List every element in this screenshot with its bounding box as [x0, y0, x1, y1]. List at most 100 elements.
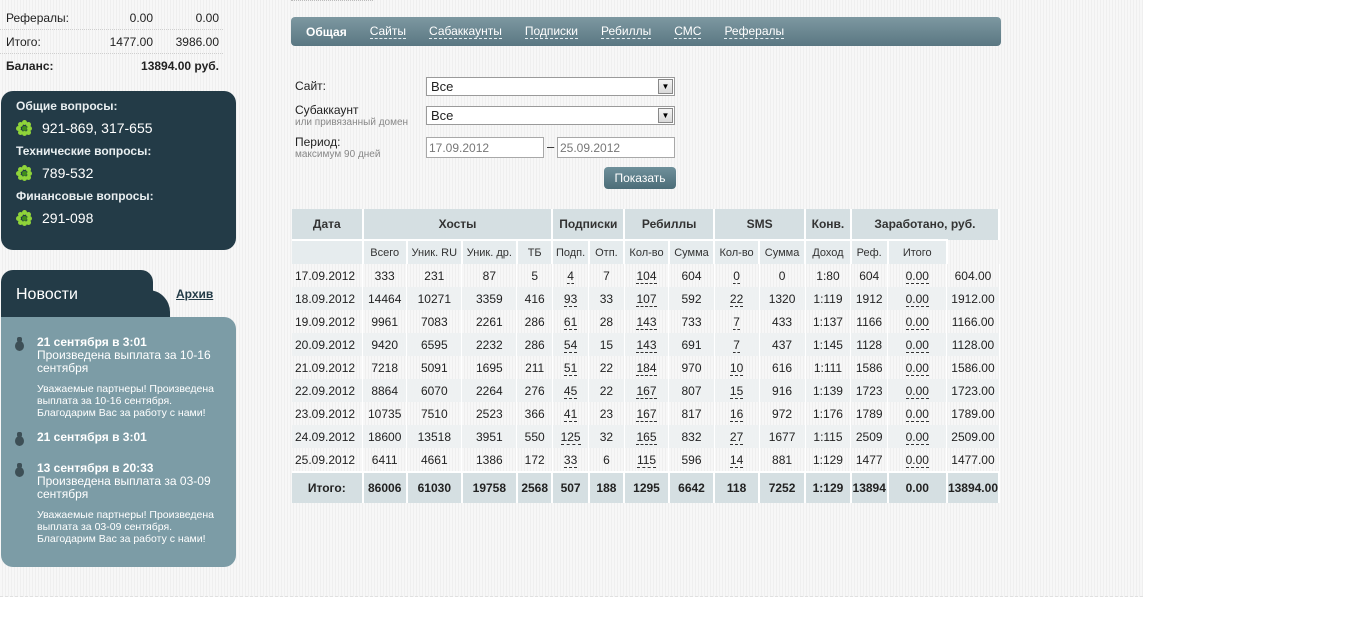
cell-hosts-tb: 172 — [516, 448, 553, 472]
support-finance-contact[interactable]: 291-098 — [16, 210, 93, 226]
cell-hosts-total: 10735 — [362, 402, 408, 425]
cell-subs-cancel: 6 — [588, 448, 625, 472]
cell-total: 2509.00 — [946, 425, 1000, 448]
cell-link-sms-count[interactable]: 7 — [733, 337, 740, 353]
cell-link-subs-new[interactable]: 54 — [563, 337, 578, 353]
cell-link-rebills-count[interactable]: 165 — [636, 429, 657, 445]
news-headline[interactable]: Произведена выплата за 03-09 сентября — [13, 475, 228, 501]
cell-link-rebills-count[interactable]: 115 — [636, 452, 657, 468]
subaccount-select[interactable]: Все ▼ — [426, 106, 675, 125]
cell-hosts-total: 9961 — [362, 310, 408, 333]
news-headline[interactable]: Произведена выплата за 10-16 сентября — [13, 349, 228, 375]
cell-rebills-count: 165 — [624, 425, 670, 448]
support-general-icq: 921-869, 317-655 — [42, 120, 153, 136]
total-hosts-unique-other: 19758 — [461, 471, 518, 503]
cell-link-subs-new[interactable]: 51 — [563, 360, 578, 376]
cell-rebills-count: 104 — [624, 264, 670, 287]
cell-link-subs-new[interactable]: 125 — [560, 429, 581, 445]
cell-link-rebills-count[interactable]: 167 — [636, 406, 657, 422]
cell-link-referral[interactable]: 0.00 — [905, 452, 929, 468]
chevron-down-icon[interactable]: ▼ — [658, 108, 673, 123]
col-header-subs-new: Подп. — [552, 239, 590, 264]
stats-tabs: Общая Сайты Сабаккаунты Подписки Ребиллы… — [291, 17, 1001, 46]
cell-link-sms-count[interactable]: 22 — [729, 291, 744, 307]
cell-link-referral[interactable]: 0.00 — [905, 383, 929, 399]
support-finance-label: Финансовые вопросы: — [16, 189, 154, 203]
cell-link-sms-count[interactable]: 10 — [729, 360, 744, 376]
chevron-down-icon[interactable]: ▼ — [658, 79, 673, 94]
cell-link-subs-new[interactable]: 41 — [563, 406, 578, 422]
tab-referrals[interactable]: Рефералы — [724, 24, 785, 39]
cell-link-rebills-count[interactable]: 107 — [636, 291, 657, 307]
tab-general[interactable]: Общая — [306, 25, 347, 39]
cell-link-referral[interactable]: 0.00 — [905, 314, 929, 330]
cell-link-rebills-count[interactable]: 167 — [636, 383, 657, 399]
support-general-contact[interactable]: 921-869, 317-655 — [16, 120, 153, 136]
cell-link-referral[interactable]: 0.00 — [905, 406, 929, 422]
table-body: 17.09.2012 333 231 87 5 4 7 104 604 0 0 1:80 604 0.00… — [292, 264, 1000, 472]
cell-subs-new: 33 — [552, 448, 590, 472]
balance-row-value-1: 0.00 — [129, 10, 153, 25]
table-row: 24.09.2012 18600 13518 3951 550 125 32 165 832 27… — [292, 425, 1000, 448]
tab-sms[interactable]: СМС — [674, 24, 702, 39]
cell-link-sms-count[interactable]: 7 — [733, 314, 740, 330]
cell-rebills-sum: 733 — [668, 310, 715, 333]
cell-hosts-total: 9420 — [362, 333, 408, 356]
news-tab: Новости — [1, 270, 153, 318]
cell-link-rebills-count[interactable]: 143 — [636, 314, 657, 330]
cell-link-referral[interactable]: 0.00 — [905, 429, 929, 445]
support-tech-contact[interactable]: 789-532 — [16, 165, 93, 181]
site-select[interactable]: Все ▼ — [426, 77, 675, 96]
tab-rebills[interactable]: Ребиллы — [601, 24, 652, 39]
cell-hosts-unique-ru: 7510 — [406, 402, 463, 425]
cell-sms-count: 14 — [714, 448, 760, 472]
cell-hosts-total: 18600 — [362, 425, 408, 448]
cell-link-rebills-count[interactable]: 104 — [636, 268, 657, 284]
table-row: 18.09.2012 14464 10271 3359 416 93 33 107 592 22 1… — [292, 287, 1000, 310]
cell-link-referral[interactable]: 0.00 — [905, 268, 929, 284]
cell-link-referral[interactable]: 0.00 — [905, 291, 929, 307]
news-archive-link[interactable]: Архив — [176, 287, 213, 301]
cell-link-referral[interactable]: 0.00 — [905, 360, 929, 376]
cell-referral: 0.00 — [887, 425, 948, 448]
col-group-sms: SMS — [714, 209, 807, 240]
balance-total: Баланс: 13894.00 руб. — [0, 54, 223, 78]
date-from-input[interactable]: 17.09.2012 — [426, 137, 544, 158]
cell-link-sms-count[interactable]: 16 — [729, 406, 744, 422]
subaccount-hint: или привязанный домен — [295, 117, 409, 128]
cell-link-subs-new[interactable]: 45 — [563, 383, 578, 399]
cell-link-subs-new[interactable]: 93 — [563, 291, 578, 307]
subaccount-label: Субаккаунт — [295, 103, 359, 117]
cell-hosts-tb: 286 — [516, 333, 553, 356]
cell-subs-cancel: 15 — [588, 333, 625, 356]
cell-link-subs-new[interactable]: 33 — [563, 452, 578, 468]
cell-hosts-unique-ru: 4661 — [406, 448, 463, 472]
table-row: 25.09.2012 6411 4661 1386 172 33 6 115 596 14 881 1… — [292, 448, 1000, 472]
show-button[interactable]: Показать — [604, 167, 676, 189]
cell-hosts-unique-other: 1695 — [461, 356, 518, 379]
cell-rebills-sum: 596 — [668, 448, 715, 472]
cell-link-sms-count[interactable]: 0 — [733, 268, 740, 284]
cell-total: 1789.00 — [946, 402, 1000, 425]
cell-sms-count: 10 — [714, 356, 760, 379]
tab-subaccounts[interactable]: Сабаккаунты — [429, 24, 502, 39]
balance-row-total: Итого: 1477.00 3986.00 — [0, 30, 223, 54]
total-hosts-total: 86006 — [362, 471, 408, 503]
cell-link-sms-count[interactable]: 15 — [729, 383, 744, 399]
cell-conversion: 1:139 — [805, 379, 852, 402]
cell-conversion: 1:176 — [805, 402, 852, 425]
cell-link-referral[interactable]: 0.00 — [905, 337, 929, 353]
cell-link-rebills-count[interactable]: 143 — [636, 337, 657, 353]
cell-hosts-unique-ru: 6595 — [406, 333, 463, 356]
cell-link-subs-new[interactable]: 4 — [567, 268, 574, 284]
total-rebills-sum: 6642 — [668, 471, 716, 503]
cell-link-sms-count[interactable]: 14 — [729, 452, 744, 468]
cell-hosts-unique-other: 1386 — [461, 448, 518, 472]
cell-link-rebills-count[interactable]: 184 — [636, 360, 657, 376]
tab-sites[interactable]: Сайты — [369, 24, 407, 39]
cell-link-subs-new[interactable]: 61 — [563, 314, 578, 330]
date-to-input[interactable]: 25.09.2012 — [557, 137, 675, 158]
stats-table: Дата Хосты Подписки Ребиллы SMS Конв. За… — [292, 209, 1001, 503]
tab-subscriptions[interactable]: Подписки — [524, 24, 579, 39]
cell-link-sms-count[interactable]: 27 — [729, 429, 744, 445]
